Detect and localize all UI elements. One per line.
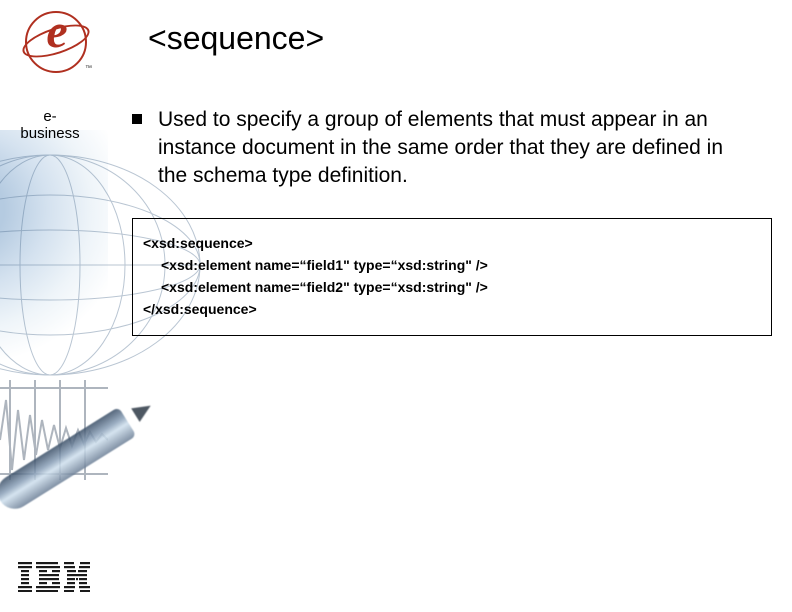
bullet-block: Used to specify a group of elements that…: [132, 106, 752, 190]
ibm-logo-icon: [18, 562, 90, 592]
trademark-symbol: ™: [85, 65, 92, 72]
ebusiness-label-line1: e-: [43, 108, 56, 125]
code-example-box: <xsd:sequence> <xsd:element name=“field1…: [132, 218, 772, 336]
ebusiness-label-line2: business: [20, 125, 79, 142]
bullet-item: Used to specify a group of elements that…: [132, 106, 752, 190]
ebusiness-label: e- business: [0, 108, 100, 142]
ebusiness-logo-glyph: e: [24, 4, 90, 59]
code-line-3: <xsd:element name=“field2" type=“xsd:str…: [143, 279, 761, 295]
ebusiness-logo-icon: e ™: [24, 10, 90, 76]
sidebar: e ™ e- business: [0, 0, 108, 612]
code-line-1: <xsd:sequence>: [143, 235, 761, 251]
code-line-4: </xsd:sequence>: [143, 301, 761, 317]
bullet-text: Used to specify a group of elements that…: [158, 106, 752, 190]
bullet-square-icon: [132, 114, 142, 124]
slide: e ™ e- business: [0, 0, 792, 612]
code-line-2: <xsd:element name=“field1" type=“xsd:str…: [143, 257, 761, 273]
slide-title: <sequence>: [148, 20, 324, 57]
